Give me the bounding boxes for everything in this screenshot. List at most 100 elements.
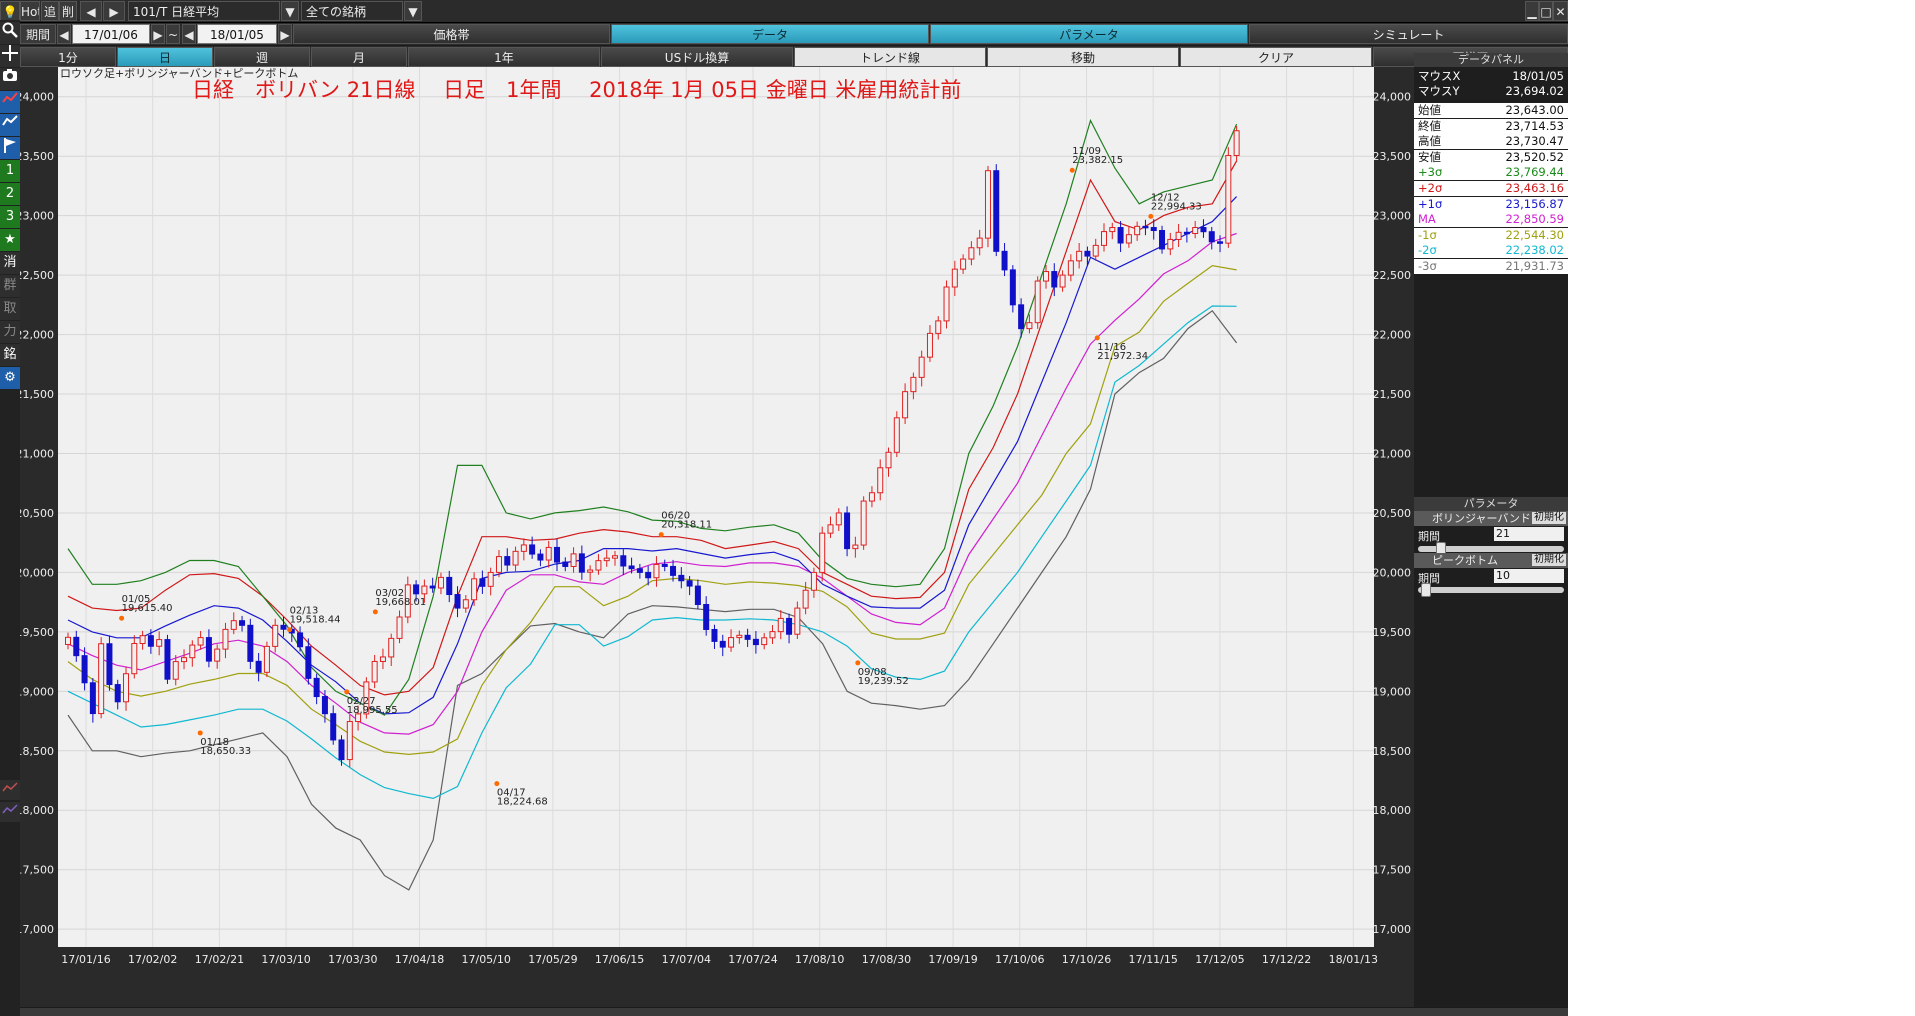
peakbottom-title: ピークボトム [1432, 554, 1498, 567]
candle-body [1200, 227, 1207, 233]
candle-body [1117, 227, 1124, 244]
bollinger-period-input[interactable]: 21 [1494, 527, 1564, 541]
delete-button[interactable]: 削 [59, 1, 77, 21]
candle-body [545, 546, 552, 561]
power-button[interactable]: 力 [0, 321, 20, 343]
layout-2-button[interactable]: 2 [0, 183, 20, 205]
settings-gear-icon[interactable]: ⚙ [0, 367, 20, 389]
symbol-button[interactable]: 銘 [0, 344, 20, 366]
universe-dropdown-icon[interactable]: ▼ [404, 1, 422, 21]
camera-icon[interactable] [0, 68, 20, 90]
symbol-input[interactable]: 101/T 日経平均 [128, 1, 280, 21]
candle-body [65, 636, 71, 645]
x-tick-label: 17/10/26 [1062, 953, 1111, 966]
symbol-dropdown-icon[interactable]: ▼ [281, 1, 299, 21]
price-chart[interactable]: 01/05 19,615.40 01/18 18,650.33 02/13 19,518.… [16, 67, 1415, 1007]
clear-button[interactable]: クリア [1180, 47, 1372, 67]
tab-parameters[interactable]: パラメータ [930, 24, 1248, 44]
candle-body [1001, 250, 1008, 271]
close-button[interactable]: ✕ [1553, 1, 1568, 21]
date-from-prev-icon[interactable]: ◀ [57, 24, 71, 44]
peakbottom-period-slider[interactable] [1418, 583, 1564, 597]
mini-chart-icon[interactable] [0, 780, 20, 800]
candle-body [164, 639, 171, 680]
candle-body [1125, 234, 1132, 244]
hot-button[interactable]: Hot [20, 1, 40, 21]
candle-body [786, 617, 793, 635]
data-panel-title: データパネル [1414, 53, 1568, 67]
data-panel-row: マウスX 18/01/05 [1414, 69, 1568, 84]
tab-data[interactable]: データ [611, 24, 929, 44]
peak-marker [344, 689, 350, 695]
star-icon[interactable]: ★ [0, 229, 20, 251]
minimize-button[interactable]: ▁ [1525, 1, 1539, 21]
timeframe-day[interactable]: 日 [117, 47, 213, 67]
candle-body [388, 637, 395, 658]
layout-3-button[interactable]: 3 [0, 206, 20, 228]
bollinger-header: ボリンジャーバンド 初期化 [1414, 511, 1568, 526]
mini-compare-icon[interactable] [0, 802, 20, 822]
candle-body [645, 571, 652, 579]
usd-convert-button[interactable]: USドル換算 [601, 47, 793, 67]
prev-symbol-icon[interactable]: ◀ [80, 1, 102, 21]
peakbottom-reset-button[interactable]: 初期化 [1532, 554, 1566, 566]
bulb-icon[interactable]: 💡 [0, 1, 20, 21]
data-panel-row: 安値 23,520.52 [1414, 149, 1568, 165]
peak-value-label: 18,995.55 [347, 705, 398, 716]
y-tick-label-right: 23,000 [1373, 210, 1412, 223]
x-tick-label: 17/11/15 [1128, 953, 1177, 966]
candle-body [1042, 271, 1049, 282]
period-label: 期間 [20, 24, 56, 44]
date-from-input[interactable]: 17/01/06 [72, 24, 150, 44]
universe-select[interactable]: 全ての銘柄 [301, 1, 403, 21]
candle-body [744, 634, 751, 640]
candle-body [728, 637, 735, 648]
date-to-next-icon[interactable]: ▶ [278, 24, 292, 44]
candle-body [1059, 274, 1066, 288]
chart-line-icon[interactable] [0, 91, 20, 113]
candle-body [1018, 304, 1025, 330]
erase-button[interactable]: 消 [0, 252, 20, 274]
next-symbol-icon[interactable]: ▶ [103, 1, 125, 21]
timeframe-month[interactable]: 月 [311, 47, 407, 67]
chart-canvas[interactable]: 01/0519,615.4001/1818,650.3302/1319,518.… [16, 67, 1415, 1007]
flag-icon[interactable] [0, 137, 20, 159]
y-tick-label-right: 17,500 [1373, 864, 1412, 877]
move-button[interactable]: 移動 [987, 47, 1179, 67]
candle-body [769, 631, 776, 639]
add-button[interactable]: 追 [41, 1, 59, 21]
bollinger-period-slider[interactable] [1418, 542, 1564, 556]
timeframe-week[interactable]: 週 [214, 47, 310, 67]
maximize-button[interactable]: □ [1539, 1, 1553, 21]
y-tick-label-right: 22,500 [1373, 269, 1412, 282]
group-button[interactable]: 群 [0, 275, 20, 297]
range-1year[interactable]: 1年 [408, 47, 600, 67]
layout-1-button[interactable]: 1 [0, 160, 20, 182]
date-from-next-icon[interactable]: ▶ [151, 24, 165, 44]
x-tick-label: 17/12/05 [1195, 953, 1244, 966]
search-icon[interactable] [0, 22, 20, 44]
candle-body [661, 563, 668, 567]
peakbottom-period-input[interactable]: 10 [1494, 569, 1564, 583]
candle-body [205, 637, 212, 662]
x-tick-label: 17/09/19 [928, 953, 977, 966]
data-panel-key: -2σ [1418, 243, 1437, 258]
peakbottom-slider-knob[interactable] [1420, 583, 1431, 597]
trade-button[interactable]: 取 [0, 298, 20, 320]
y-tick-label-right: 21,000 [1373, 447, 1412, 460]
date-to-input[interactable]: 18/01/05 [197, 24, 277, 44]
date-to-prev-icon[interactable]: ◀ [182, 24, 196, 44]
trendline-button[interactable]: トレンド線 [794, 47, 986, 67]
candle-body [1101, 231, 1108, 246]
timeframe-1min[interactable]: 1分 [20, 47, 116, 67]
candle-body [1233, 130, 1240, 156]
tab-price-band[interactable]: 価格帯 [293, 24, 610, 44]
chart-compare-icon[interactable] [0, 114, 20, 136]
candle-body [835, 512, 842, 526]
crosshair-icon[interactable] [0, 45, 20, 67]
tilde-label: ~ [166, 24, 180, 44]
tab-simulate[interactable]: シミュレート [1249, 24, 1568, 44]
bollinger-reset-button[interactable]: 初期化 [1532, 512, 1566, 524]
peak-value-label: 19,615.40 [122, 603, 173, 614]
candle-body [89, 682, 96, 715]
